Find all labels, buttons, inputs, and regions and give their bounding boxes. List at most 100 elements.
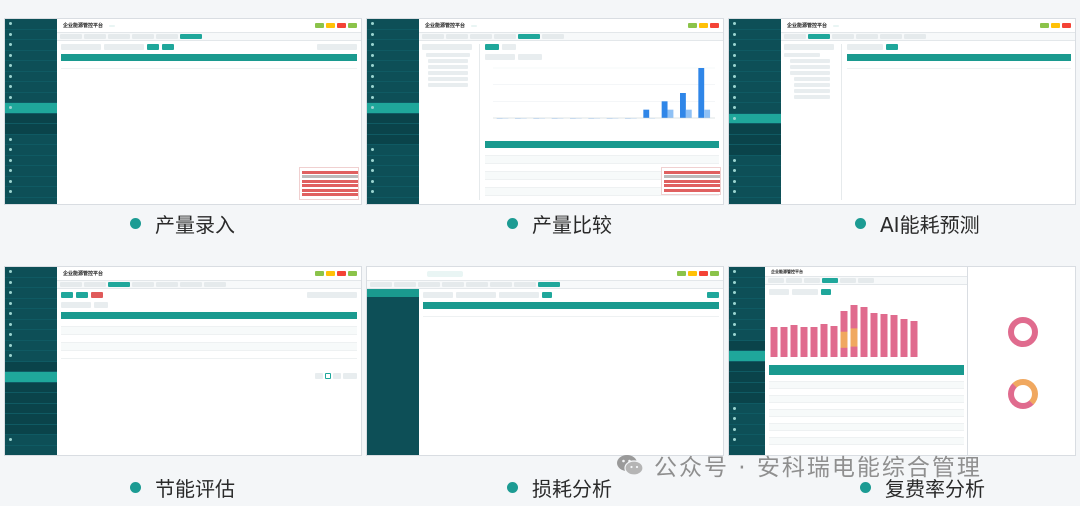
sidebar-item[interactable] [367, 51, 419, 61]
tree-node[interactable] [428, 71, 468, 75]
prev-page-button[interactable] [315, 373, 323, 379]
sidebar-item[interactable] [5, 19, 57, 30]
table-row[interactable] [61, 327, 357, 335]
sidebar-item[interactable] [5, 267, 57, 278]
query-button[interactable] [147, 44, 159, 50]
sidebar-item[interactable] [5, 351, 57, 362]
sidebar-item[interactable] [5, 82, 57, 93]
factory-badge[interactable] [471, 24, 478, 27]
tab[interactable] [446, 34, 468, 39]
sidebar-item[interactable] [5, 341, 57, 351]
sidebar-item[interactable] [729, 103, 781, 114]
sidebar-subitem[interactable] [729, 340, 765, 351]
tab-active[interactable] [822, 278, 838, 283]
sidebar-item[interactable] [729, 267, 765, 278]
sidebar-item[interactable] [729, 166, 781, 177]
sidebar-item[interactable] [367, 30, 419, 40]
sidebar-item[interactable] [367, 72, 419, 82]
export-button[interactable] [707, 292, 719, 298]
table-row[interactable] [769, 382, 964, 389]
sidebar-item-active[interactable] [729, 351, 765, 362]
tab-active[interactable] [538, 282, 560, 287]
filter-chip[interactable] [94, 302, 108, 308]
sidebar-item[interactable] [5, 51, 57, 61]
sidebar-item-active[interactable] [367, 103, 419, 114]
table-row[interactable] [485, 148, 719, 156]
sidebar-item[interactable] [367, 61, 419, 72]
tab[interactable] [422, 34, 444, 39]
sidebar-item[interactable] [729, 177, 781, 187]
sidebar-subitem[interactable] [729, 134, 781, 145]
tab[interactable] [514, 282, 536, 287]
sidebar-item[interactable] [729, 414, 765, 425]
tab[interactable] [490, 282, 512, 287]
table-row[interactable] [769, 431, 964, 438]
sidebar-subitem[interactable] [5, 424, 57, 435]
sidebar-subitem[interactable] [5, 403, 57, 414]
tab-active[interactable] [518, 34, 540, 39]
tree-node[interactable] [794, 89, 830, 93]
tab[interactable] [108, 34, 130, 39]
export-button[interactable] [162, 44, 174, 50]
sidebar-subitem[interactable] [5, 393, 57, 404]
sidebar-item[interactable] [729, 93, 781, 103]
tree-node[interactable] [794, 95, 830, 99]
tab[interactable] [156, 282, 178, 287]
table-row[interactable] [769, 410, 964, 417]
tab[interactable] [60, 282, 82, 287]
tab[interactable] [904, 34, 926, 39]
sidebar-subitem[interactable] [5, 414, 57, 425]
sidebar-item[interactable] [729, 30, 781, 40]
date-picker[interactable] [456, 292, 496, 298]
sidebar-item[interactable] [5, 72, 57, 82]
sidebar-item[interactable] [729, 82, 781, 93]
tab[interactable] [180, 282, 202, 287]
sidebar-item[interactable] [367, 166, 419, 177]
tab[interactable] [132, 34, 154, 39]
sidebar-item[interactable] [367, 82, 419, 93]
sidebar-item[interactable] [367, 145, 419, 156]
tab-active[interactable] [808, 34, 830, 39]
sidebar-subitem[interactable] [5, 382, 57, 393]
sidebar-subitem[interactable] [5, 361, 57, 372]
sidebar-subitem[interactable] [367, 124, 419, 135]
tab[interactable] [786, 278, 802, 283]
period-selector[interactable] [485, 54, 515, 60]
search-input[interactable] [307, 292, 357, 298]
table-row[interactable] [769, 417, 964, 424]
tree-node[interactable] [428, 77, 468, 81]
page-number[interactable] [325, 373, 331, 379]
tree-node[interactable] [428, 65, 468, 69]
tab[interactable] [466, 282, 488, 287]
date-picker[interactable] [61, 44, 101, 50]
tree-node[interactable] [426, 53, 470, 57]
sidebar-item[interactable] [729, 404, 765, 414]
sidebar-item-active[interactable] [729, 113, 781, 124]
sidebar-item[interactable] [5, 435, 57, 446]
sidebar-item[interactable] [367, 19, 419, 30]
tree-node[interactable] [428, 83, 468, 87]
tree-node[interactable] [790, 65, 830, 69]
sidebar-item[interactable] [5, 320, 57, 330]
tab[interactable] [442, 282, 464, 287]
table-row[interactable] [769, 424, 964, 431]
sidebar-subitem[interactable] [367, 113, 419, 124]
sidebar-item[interactable] [367, 177, 419, 187]
table-row[interactable] [847, 61, 1071, 69]
sidebar-item[interactable] [729, 51, 781, 61]
sidebar-item[interactable] [367, 93, 419, 103]
tab[interactable] [768, 278, 784, 283]
tab-chart[interactable] [485, 44, 499, 50]
tab[interactable] [418, 282, 440, 287]
sidebar-subitem[interactable] [367, 134, 419, 145]
sidebar-item[interactable] [5, 288, 57, 299]
tab[interactable] [840, 278, 856, 283]
tree-node[interactable] [790, 59, 830, 63]
sidebar-item[interactable] [5, 309, 57, 320]
sidebar-item-active[interactable] [5, 103, 57, 114]
tree-node[interactable] [428, 59, 468, 63]
sidebar-item[interactable] [5, 135, 57, 145]
sidebar-item[interactable] [729, 330, 765, 341]
sidebar-item[interactable] [5, 177, 57, 187]
sidebar-item[interactable] [729, 187, 781, 198]
